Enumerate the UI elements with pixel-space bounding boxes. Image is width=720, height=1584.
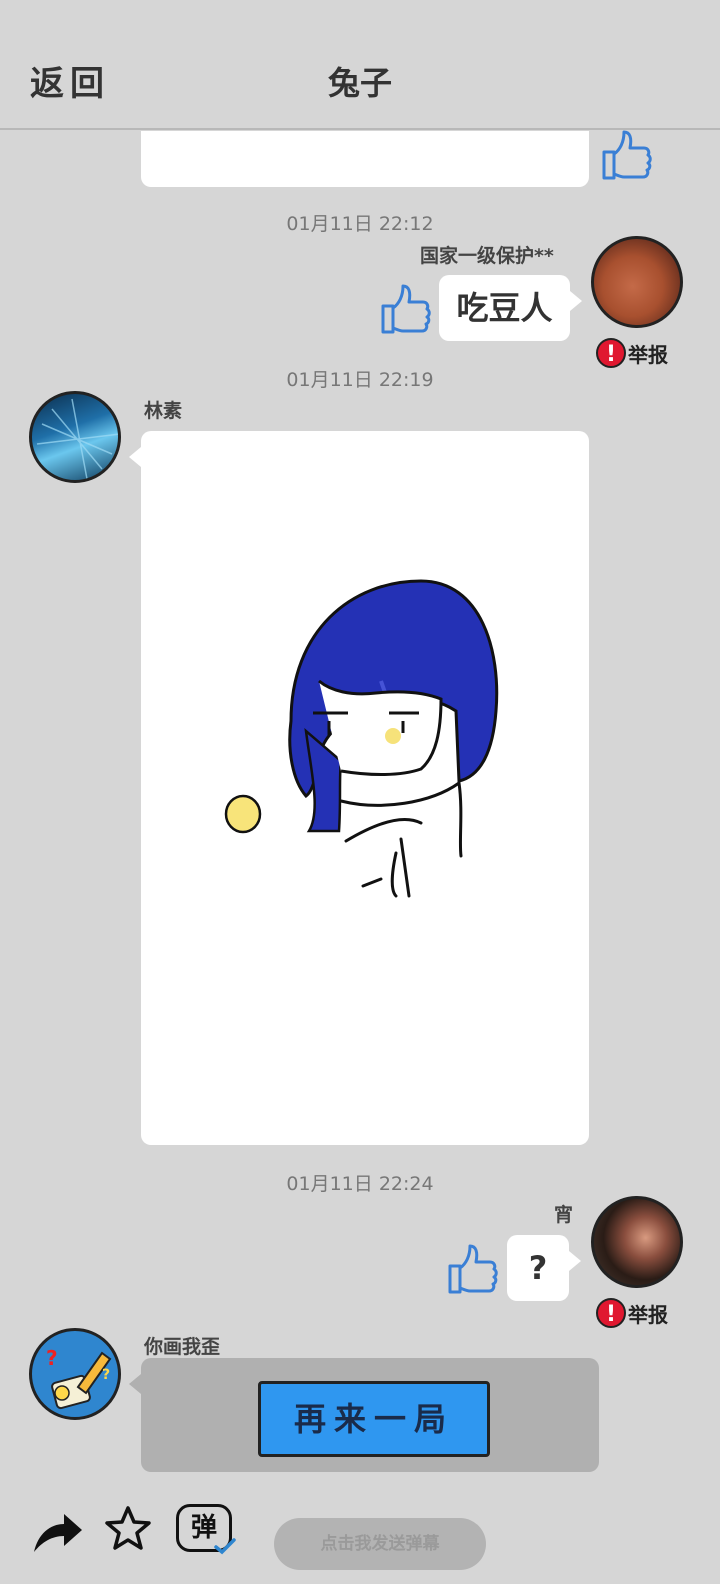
sender-name: 林素 — [144, 400, 183, 422]
check-icon — [214, 1538, 236, 1555]
avatar[interactable] — [591, 1196, 683, 1288]
danmaku-input[interactable]: 点击我发送弹幕 — [274, 1518, 486, 1570]
text-message-bubble[interactable]: 吃豆人 — [439, 275, 582, 341]
text-message-bubble[interactable]: ? — [507, 1235, 581, 1301]
sender-name: 国家一级保护** — [420, 245, 554, 267]
avatar[interactable] — [591, 236, 683, 328]
svg-text:?: ? — [102, 1367, 110, 1383]
message-timestamp: 01月11日 22:24 — [286, 1173, 434, 1195]
message-text: 吃豆人 — [456, 289, 553, 327]
svg-text:?: ? — [46, 1346, 58, 1370]
message-timestamp: 01月11日 22:19 — [286, 369, 434, 391]
sender-name: 宵 — [554, 1204, 574, 1226]
star-icon[interactable] — [103, 1504, 153, 1554]
avatar[interactable]: ? ? — [29, 1328, 121, 1420]
thumbs-up-icon[interactable] — [444, 1240, 498, 1298]
drawing-image — [224, 579, 499, 898]
game-logo-icon: ? ? — [46, 1346, 112, 1410]
avatar[interactable] — [29, 391, 121, 483]
drawing-message-bubble[interactable] — [129, 431, 589, 1145]
header-bar: 返回 兔子 — [0, 0, 720, 130]
danmaku-icon[interactable]: 弹 — [176, 1504, 236, 1555]
share-arrow-icon[interactable] — [30, 1508, 84, 1556]
thumbs-up-icon[interactable] — [598, 126, 652, 184]
message-text: ? — [528, 1249, 548, 1287]
thumbs-up-icon[interactable] — [377, 280, 431, 338]
report-icon: ! — [596, 1298, 626, 1328]
report-icon: ! — [596, 338, 626, 368]
play-again-button[interactable]: 再来一局 — [258, 1381, 490, 1457]
avatar-image — [36, 398, 118, 480]
message-timestamp: 01月11日 22:12 — [286, 213, 434, 235]
drawing-message-partial[interactable] — [141, 131, 589, 187]
report-button[interactable]: ! 举报 — [596, 1298, 668, 1328]
report-button[interactable]: ! 举报 — [596, 338, 668, 368]
sender-name: 你画我歪 — [144, 1336, 221, 1358]
page-title: 兔子 — [327, 64, 392, 102]
